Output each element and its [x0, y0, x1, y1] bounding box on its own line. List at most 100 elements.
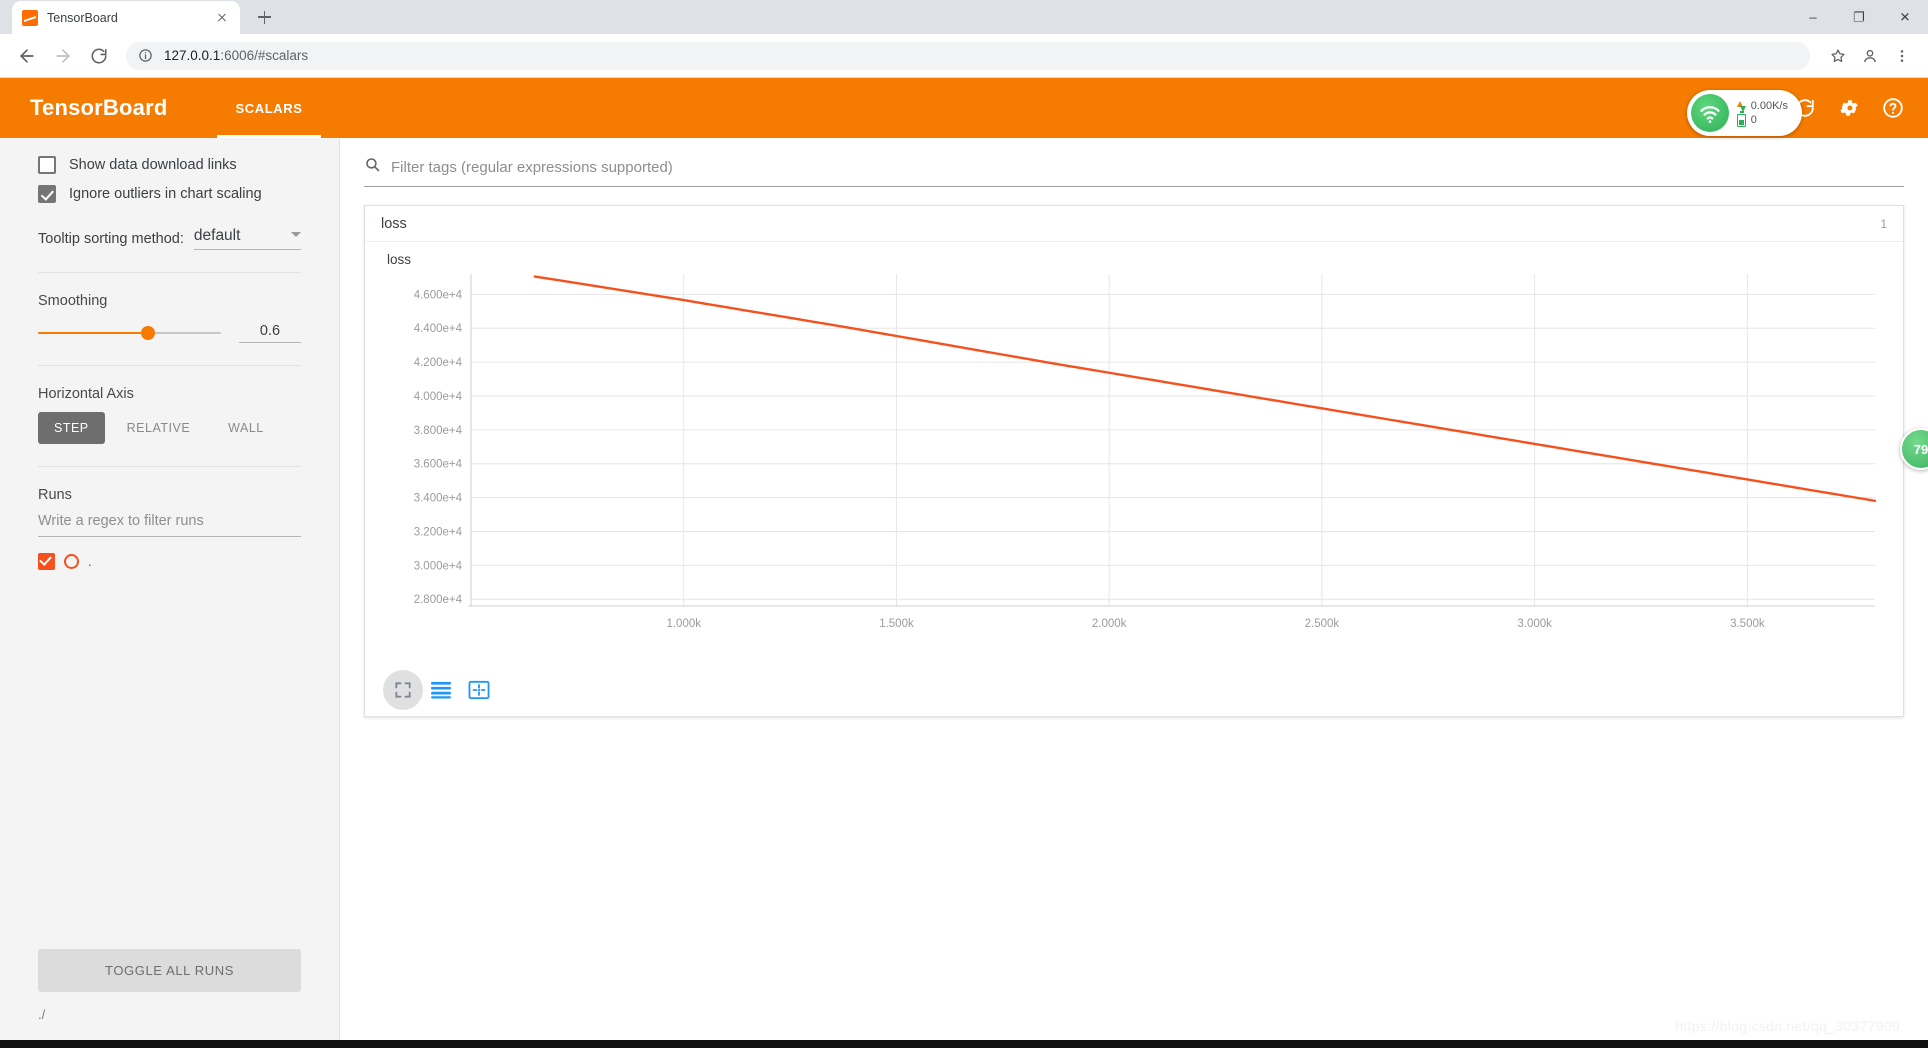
- svg-text:4.600e+4: 4.600e+4: [414, 289, 463, 301]
- svg-text:3.000k: 3.000k: [1517, 618, 1552, 630]
- tag-filter-bar[interactable]: Filter tags (regular expressions support…: [364, 156, 1904, 187]
- smoothing-row: 0.6: [38, 323, 301, 343]
- ignore-outliers-checkbox[interactable]: [38, 185, 56, 203]
- new-tab-icon[interactable]: [250, 3, 278, 31]
- smoothing-title: Smoothing: [38, 293, 108, 309]
- sidebar-divider-2: [38, 365, 301, 366]
- browser-tab[interactable]: TensorBoard: [12, 1, 240, 34]
- horizontal-axis-buttons: STEP RELATIVE WALL: [38, 412, 301, 444]
- card-header[interactable]: loss 1: [365, 206, 1903, 242]
- back-icon[interactable]: [12, 41, 42, 71]
- chart-title: loss: [387, 252, 412, 267]
- axis-button-relative[interactable]: RELATIVE: [111, 412, 207, 444]
- show-download-links-row[interactable]: Show data download links: [38, 156, 301, 174]
- svg-text:2.500k: 2.500k: [1305, 618, 1340, 630]
- runs-title: Runs: [38, 487, 72, 503]
- smoothing-value[interactable]: 0.6: [239, 323, 301, 343]
- gear-icon[interactable]: [1836, 95, 1862, 121]
- sidebar-divider: [38, 272, 301, 273]
- close-window-button[interactable]: ✕: [1882, 0, 1928, 34]
- run-checkbox[interactable]: [38, 553, 55, 570]
- url-host: 127.0.0.1: [164, 48, 221, 63]
- url-text: 127.0.0.1:6006/#scalars: [164, 48, 308, 63]
- chevron-down-icon: [291, 231, 301, 237]
- fit-domain-icon[interactable]: [467, 678, 491, 702]
- ignore-outliers-row[interactable]: Ignore outliers in chart scaling: [38, 185, 301, 203]
- card-title: loss: [381, 215, 407, 232]
- svg-text:1.500k: 1.500k: [879, 618, 914, 630]
- smoothing-slider[interactable]: [38, 326, 221, 340]
- axis-button-wall[interactable]: WALL: [212, 412, 280, 444]
- help-icon[interactable]: [1880, 95, 1906, 121]
- svg-text:2.800e+4: 2.800e+4: [414, 594, 463, 606]
- address-bar[interactable]: 127.0.0.1:6006/#scalars: [126, 41, 1810, 70]
- expand-chart-icon[interactable]: [383, 670, 423, 710]
- network-speed-row: 0.00K/s: [1736, 100, 1788, 113]
- svg-text:3.400e+4: 3.400e+4: [414, 493, 463, 505]
- tensorboard-header: TensorBoard SCALARS 0.00K/s 0: [0, 78, 1928, 138]
- browser-menu-icon[interactable]: [1888, 42, 1916, 70]
- watermark-text: https://blog.csdn.net/qq_30377909: [1675, 1018, 1900, 1034]
- scalar-card: loss 1 loss 2.800e+4 3.000e+4 3.200e+4 3.40…: [364, 205, 1904, 717]
- battery-icon: [1736, 111, 1746, 127]
- run-name-label: .: [88, 554, 92, 569]
- main-panel: Filter tags (regular expressions support…: [340, 138, 1928, 1047]
- profile-avatar-icon[interactable]: [1856, 42, 1884, 70]
- tag-filter-placeholder: Filter tags (regular expressions support…: [391, 158, 673, 176]
- svg-text:3.500k: 3.500k: [1730, 618, 1765, 630]
- tab-scalars[interactable]: SCALARS: [217, 78, 321, 138]
- svg-text:3.200e+4: 3.200e+4: [414, 526, 463, 538]
- data-table-icon[interactable]: [429, 678, 453, 702]
- tooltip-sorting-value: default: [193, 227, 241, 244]
- browser-window: TensorBoard – ❐ ✕ 127.0.0.1:6006/#scalar…: [0, 0, 1928, 1048]
- taskbar: [0, 1040, 1928, 1048]
- svg-text:3.800e+4: 3.800e+4: [414, 425, 463, 437]
- tab-title: TensorBoard: [47, 10, 118, 25]
- runs-filter-input[interactable]: Write a regex to filter runs: [38, 513, 301, 537]
- sidebar: Show data download links Ignore outliers…: [0, 138, 340, 1047]
- show-download-links-checkbox[interactable]: [38, 156, 56, 174]
- network-speed-widget[interactable]: 0.00K/s 0: [1686, 90, 1802, 136]
- battery-value: 0: [1750, 114, 1757, 126]
- search-icon: [364, 156, 381, 178]
- reload-icon[interactable]: [84, 41, 114, 71]
- progress-badge: 79: [1900, 428, 1928, 470]
- svg-text:2.000k: 2.000k: [1092, 618, 1127, 630]
- sidebar-top-controls: Show data download links Ignore outliers…: [0, 138, 339, 570]
- maximize-button[interactable]: ❐: [1836, 0, 1882, 34]
- loss-line-chart[interactable]: 2.800e+4 3.000e+4 3.200e+4 3.400e+4 3.600e+4…: [379, 252, 1889, 652]
- info-icon: [138, 48, 154, 64]
- minimize-button[interactable]: –: [1790, 0, 1836, 34]
- browser-toolbar: 127.0.0.1:6006/#scalars: [0, 34, 1928, 78]
- svg-text:4.000e+4: 4.000e+4: [414, 391, 463, 403]
- tensorboard-tabs: SCALARS: [217, 78, 321, 138]
- ignore-outliers-label: Ignore outliers in chart scaling: [69, 186, 262, 202]
- toggle-all-runs-button[interactable]: TOGGLE ALL RUNS: [38, 949, 301, 992]
- smoothing-slider-thumb[interactable]: [140, 326, 155, 340]
- window-close-icon: ✕: [1899, 9, 1911, 25]
- tensorboard-logo: TensorBoard: [30, 95, 168, 120]
- forward-icon[interactable]: [48, 41, 78, 71]
- sidebar-divider-3: [38, 466, 301, 467]
- tooltip-sorting-select[interactable]: default: [193, 227, 301, 250]
- bookmark-star-icon[interactable]: [1824, 42, 1852, 70]
- run-color-circle-icon: [64, 554, 79, 569]
- axis-button-step[interactable]: STEP: [38, 412, 105, 444]
- run-item[interactable]: .: [38, 553, 301, 570]
- horizontal-axis-title: Horizontal Axis: [38, 386, 134, 402]
- svg-text:4.200e+4: 4.200e+4: [414, 357, 463, 369]
- minimize-icon: –: [1809, 9, 1817, 25]
- run-path-label: ./: [38, 1007, 46, 1022]
- svg-text:4.400e+4: 4.400e+4: [414, 323, 463, 335]
- maximize-icon: ❐: [1853, 9, 1865, 25]
- svg-text:3.600e+4: 3.600e+4: [414, 459, 463, 471]
- svg-text:3.000e+4: 3.000e+4: [414, 560, 463, 572]
- tensorboard-favicon: [22, 9, 38, 26]
- smoothing-slider-fill: [38, 332, 148, 334]
- chart-area: loss 2.800e+4 3.000e+4 3.200e+4 3.400e+4 3.6…: [365, 242, 1903, 672]
- close-icon[interactable]: [214, 10, 230, 26]
- wifi-icon: [1690, 94, 1729, 132]
- card-count-badge: 1: [1880, 216, 1887, 231]
- browser-toolbar-actions: [1816, 42, 1916, 70]
- tooltip-sorting-label: Tooltip sorting method:: [38, 231, 184, 247]
